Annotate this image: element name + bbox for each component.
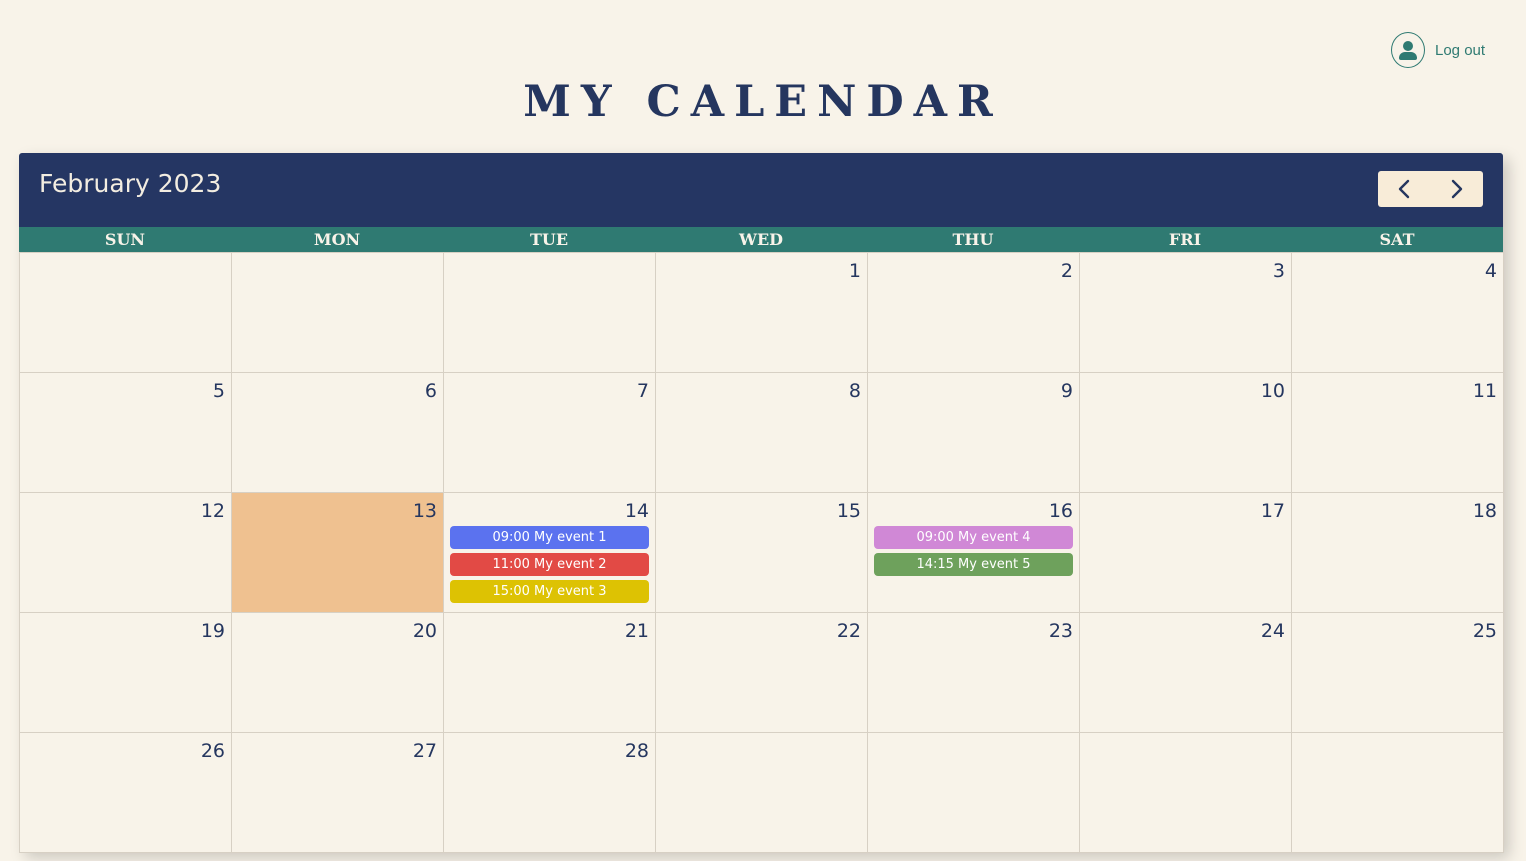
day-number: 4: [1484, 260, 1497, 282]
empty-day-cell: [867, 732, 1080, 853]
user-icon: [1391, 32, 1425, 68]
day-number: 5: [212, 380, 225, 402]
day-number: 20: [412, 620, 437, 642]
day-number: 22: [836, 620, 861, 642]
day-cell-19[interactable]: 19: [19, 612, 232, 733]
event-chip[interactable]: 09:00 My event 4: [874, 526, 1073, 549]
empty-day-cell: [1291, 732, 1504, 853]
day-cell-9[interactable]: 9: [867, 372, 1080, 493]
day-number: 24: [1260, 620, 1285, 642]
day-number: 18: [1472, 500, 1497, 522]
calendar: February 2023 SUN MON TUE WED THU FRI SAT 1234…: [19, 153, 1504, 853]
event-chip[interactable]: 11:00 My event 2: [450, 553, 649, 576]
day-number: 17: [1260, 500, 1285, 522]
weekday-tue: TUE: [529, 230, 569, 249]
weekday-sun: SUN: [104, 230, 146, 249]
next-month-button[interactable]: [1431, 171, 1484, 207]
day-cell-14[interactable]: 14 09:00 My event 1 11:00 My event 2 15:00 …: [443, 492, 656, 613]
day-number: 7: [636, 380, 649, 402]
weekday-thu: THU: [952, 230, 994, 249]
day-number: 14: [624, 500, 649, 522]
day-cell-16[interactable]: 16 09:00 My event 4 14:15 My event 5: [867, 492, 1080, 613]
calendar-header: February 2023: [19, 153, 1503, 227]
day-cell-4[interactable]: 4: [1291, 252, 1504, 373]
chevron-left-icon: [1399, 179, 1410, 199]
event-list: 09:00 My event 1 11:00 My event 2 15:00 My…: [450, 526, 649, 603]
day-cell-15[interactable]: 15: [655, 492, 868, 613]
day-number: 13: [412, 500, 437, 522]
day-number: 11: [1472, 380, 1497, 402]
logout-label: Log out: [1435, 41, 1486, 59]
logout-button[interactable]: Log out: [1391, 32, 1485, 68]
page-title: MY CALENDAR: [523, 77, 1003, 127]
day-cell-26[interactable]: 26: [19, 732, 232, 853]
empty-day-cell: [1079, 732, 1292, 853]
day-cell-10[interactable]: 10: [1079, 372, 1292, 493]
day-cell-3[interactable]: 3: [1079, 252, 1292, 373]
day-cell-7[interactable]: 7: [443, 372, 656, 493]
weekday-wed: WED: [738, 230, 784, 249]
day-cell-5[interactable]: 5: [19, 372, 232, 493]
day-cell-28[interactable]: 28: [443, 732, 656, 853]
event-chip[interactable]: 09:00 My event 1: [450, 526, 649, 549]
day-cell-18[interactable]: 18: [1291, 492, 1504, 613]
day-cell-17[interactable]: 17: [1079, 492, 1292, 613]
day-cell-27[interactable]: 27: [231, 732, 444, 853]
calendar-page: Log out MY CALENDAR February 2023 SUN MON…: [0, 0, 1526, 861]
event-list: 09:00 My event 4 14:15 My event 5: [874, 526, 1073, 576]
day-cell-25[interactable]: 25: [1291, 612, 1504, 733]
day-cell-8[interactable]: 8: [655, 372, 868, 493]
day-cell-12[interactable]: 12: [19, 492, 232, 613]
day-number: 15: [836, 500, 861, 522]
day-number: 1: [848, 260, 861, 282]
day-cell-24[interactable]: 24: [1079, 612, 1292, 733]
day-number: 6: [424, 380, 437, 402]
empty-day-cell: [655, 732, 868, 853]
day-number: 2: [1060, 260, 1073, 282]
day-number: 12: [200, 500, 225, 522]
weekday-sat: SAT: [1379, 230, 1415, 249]
day-cell-20[interactable]: 20: [231, 612, 444, 733]
day-number: 21: [624, 620, 649, 642]
empty-day-cell: [19, 252, 232, 373]
weekday-mon: MON: [313, 230, 361, 249]
empty-day-cell: [443, 252, 656, 373]
prev-month-button[interactable]: [1378, 171, 1431, 207]
day-number: 27: [412, 740, 437, 762]
day-cell-1[interactable]: 1: [655, 252, 868, 373]
day-cell-2[interactable]: 2: [867, 252, 1080, 373]
event-chip[interactable]: 15:00 My event 3: [450, 580, 649, 603]
month-label: February 2023: [39, 169, 222, 198]
calendar-grid: 1 2 3 4 5 6 7 8 9 10 11 12 13 14 09:00 My event 1 11:00…: [19, 252, 1504, 853]
weekday-fri: FRI: [1168, 230, 1202, 249]
month-navigation: [1378, 171, 1483, 207]
day-cell-13[interactable]: 13: [231, 492, 444, 613]
day-number: 9: [1060, 380, 1073, 402]
event-chip[interactable]: 14:15 My event 5: [874, 553, 1073, 576]
day-number: 3: [1272, 260, 1285, 282]
day-number: 10: [1260, 380, 1285, 402]
weekday-header-row: SUN MON TUE WED THU FRI SAT: [19, 227, 1503, 252]
day-number: 19: [200, 620, 225, 642]
chevron-right-icon: [1451, 179, 1462, 199]
day-cell-6[interactable]: 6: [231, 372, 444, 493]
day-number: 16: [1048, 500, 1073, 522]
day-cell-23[interactable]: 23: [867, 612, 1080, 733]
day-number: 8: [848, 380, 861, 402]
day-number: 28: [624, 740, 649, 762]
day-number: 25: [1472, 620, 1497, 642]
day-cell-22[interactable]: 22: [655, 612, 868, 733]
day-cell-11[interactable]: 11: [1291, 372, 1504, 493]
day-cell-21[interactable]: 21: [443, 612, 656, 733]
day-number: 23: [1048, 620, 1073, 642]
empty-day-cell: [231, 252, 444, 373]
day-number: 26: [200, 740, 225, 762]
